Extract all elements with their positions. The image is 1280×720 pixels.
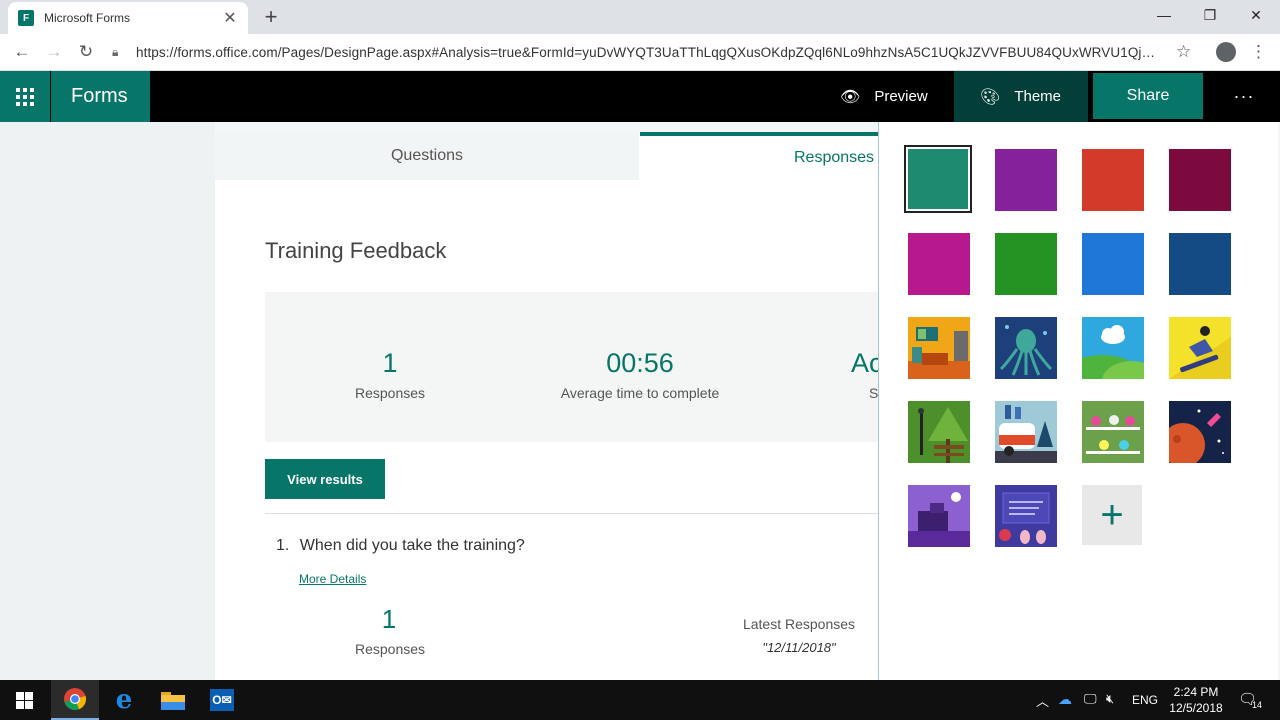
tray-chevron-icon[interactable]: ︿ <box>1036 691 1049 710</box>
browser-toolbar: ← → ↻ 🔒︎ https://forms.office.com/Pages/… <box>0 34 1280 71</box>
tab-questions[interactable]: Questions <box>215 132 639 180</box>
network-icon[interactable]: 🖵︎ <box>1084 691 1097 707</box>
theme-picture-science-lab[interactable] <box>1082 401 1144 463</box>
theme-color-swatch[interactable] <box>1169 149 1231 211</box>
question-text: When did you take the training? <box>299 537 525 554</box>
theme-picture-camper-van[interactable] <box>995 401 1057 463</box>
latest-responses-label: Latest Responses <box>742 616 856 632</box>
reload-icon[interactable]: ↻ <box>70 36 102 68</box>
window-close-icon[interactable]: ✕ <box>1233 0 1279 30</box>
share-button[interactable]: Share <box>1093 73 1203 119</box>
form-title: Training Feedback <box>265 238 447 263</box>
form-card: Questions Responses Training Feedback 1 … <box>215 132 915 680</box>
stat-value: 1 <box>382 348 398 378</box>
left-pane <box>0 122 215 680</box>
back-icon[interactable]: ← <box>6 36 38 68</box>
latest-responses: Latest Responses "12/11/2018" <box>735 616 863 655</box>
volume-muted-icon[interactable]: 🔇︎ <box>1106 691 1114 707</box>
windows-taskbar: e O✉︎ ︿ ☁︎ 🖵︎ 🔇︎ ENG 2:24 PM 12/5/2018 🗨… <box>0 680 1280 720</box>
url-text: https://forms.office.com/Pages/DesignPag… <box>136 44 1156 60</box>
system-clock[interactable]: 2:24 PM 12/5/2018 <box>1164 684 1228 716</box>
browser-tab[interactable]: F Microsoft Forms ✕ <box>8 2 248 34</box>
theme-color-swatch[interactable] <box>908 233 970 295</box>
question-title: 1. When did you take the training? <box>276 537 525 555</box>
clock-date: 12/5/2018 <box>1169 701 1223 715</box>
palette-icon: 🎨︎ <box>980 88 1001 106</box>
theme-picture-park-bench[interactable] <box>908 401 970 463</box>
stat-average-time: 00:56 Average time to complete <box>545 348 735 401</box>
taskbar-edge[interactable]: e <box>100 680 148 720</box>
summary-stats: 1 Responses 00:56 Average time to comple… <box>265 292 915 442</box>
form-tabs: Questions Responses <box>215 132 915 182</box>
clock-time: 2:24 PM <box>1173 685 1219 699</box>
eye-icon: 👁︎ <box>840 88 861 106</box>
question-number: 1. <box>276 537 290 554</box>
edge-icon: e <box>115 685 133 715</box>
stat-value: 00:56 <box>606 348 674 378</box>
forward-icon[interactable]: → <box>38 36 70 68</box>
tab-title: Microsoft Forms <box>44 11 131 25</box>
outlook-icon: O✉︎ <box>210 689 234 711</box>
theme-panel: + <box>878 122 1278 680</box>
address-bar[interactable]: 🔒︎ https://forms.office.com/Pages/Design… <box>112 38 1202 66</box>
taskbar-file-explorer[interactable] <box>149 680 197 720</box>
tab-responses[interactable]: Responses <box>640 132 915 180</box>
windows-logo-icon <box>15 691 33 709</box>
theme-picture-living-room[interactable] <box>908 317 970 379</box>
minimize-icon[interactable]: — <box>1141 0 1187 30</box>
folder-icon <box>161 692 185 710</box>
notification-count: 14 <box>1252 700 1263 710</box>
theme-color-swatch[interactable] <box>995 149 1057 211</box>
theme-picture-space-planet[interactable] <box>1169 401 1231 463</box>
theme-picture-cloud-hills[interactable] <box>1082 317 1144 379</box>
theme-label: Theme <box>1014 88 1061 105</box>
onedrive-icon[interactable]: ☁︎ <box>1058 691 1072 708</box>
bookmark-star-icon[interactable]: ☆ <box>1176 42 1191 62</box>
theme-color-swatch[interactable] <box>1169 233 1231 295</box>
preview-label: Preview <box>874 88 928 105</box>
new-tab-icon[interactable]: + <box>258 4 284 30</box>
chrome-icon <box>64 688 87 711</box>
profile-avatar-icon[interactable] <box>1216 42 1236 62</box>
theme-color-swatch[interactable] <box>1082 149 1144 211</box>
forms-appbar: Forms 👁︎ Preview 🎨︎ Theme Share ··· <box>0 71 1280 122</box>
preview-button[interactable]: 👁︎ Preview <box>830 71 938 122</box>
theme-color-swatch[interactable] <box>995 233 1057 295</box>
stat-label: Responses <box>354 385 426 401</box>
browser-tabstrip: F Microsoft Forms ✕ + — ❐ ✕ <box>0 0 1280 34</box>
theme-picture-chalkboard[interactable] <box>995 485 1057 547</box>
more-details-link[interactable]: More Details <box>299 572 366 586</box>
question-responses-label: Responses <box>355 641 426 657</box>
forms-favicon-icon: F <box>18 10 34 26</box>
add-custom-theme-button[interactable]: + <box>1082 485 1142 545</box>
theme-picture-desk-clock[interactable] <box>908 485 970 547</box>
app-launcher-button[interactable] <box>0 71 50 122</box>
lock-icon: 🔒︎ <box>112 44 119 59</box>
tab-close-icon[interactable]: ✕ <box>222 8 238 28</box>
theme-color-swatch[interactable] <box>1082 233 1144 295</box>
stat-label: Average time to complete <box>560 385 720 401</box>
taskbar-chrome[interactable] <box>51 680 99 720</box>
theme-picture-snowboarder[interactable] <box>1169 317 1231 379</box>
input-language[interactable]: ENG <box>1132 693 1158 707</box>
start-button[interactable] <box>0 680 48 720</box>
taskbar-outlook[interactable]: O✉︎ <box>198 680 246 720</box>
browser-menu-icon[interactable]: ⋮ <box>1250 42 1267 62</box>
app-brand[interactable]: Forms <box>51 71 150 122</box>
latest-responses-value: "12/11/2018" <box>762 640 836 655</box>
waffle-icon <box>16 87 34 106</box>
theme-picture-octopus[interactable] <box>995 317 1057 379</box>
stat-responses: 1 Responses <box>335 348 445 401</box>
question-responses: 1 Responses <box>355 604 426 657</box>
view-results-button[interactable]: View results <box>265 459 385 499</box>
divider <box>265 513 915 514</box>
more-options-button[interactable]: ··· <box>1226 71 1262 122</box>
question-responses-count: 1 <box>381 604 397 634</box>
theme-button[interactable]: 🎨︎ Theme <box>954 71 1088 122</box>
theme-color-swatch[interactable] <box>904 145 972 213</box>
restore-icon[interactable]: ❐ <box>1187 0 1233 30</box>
